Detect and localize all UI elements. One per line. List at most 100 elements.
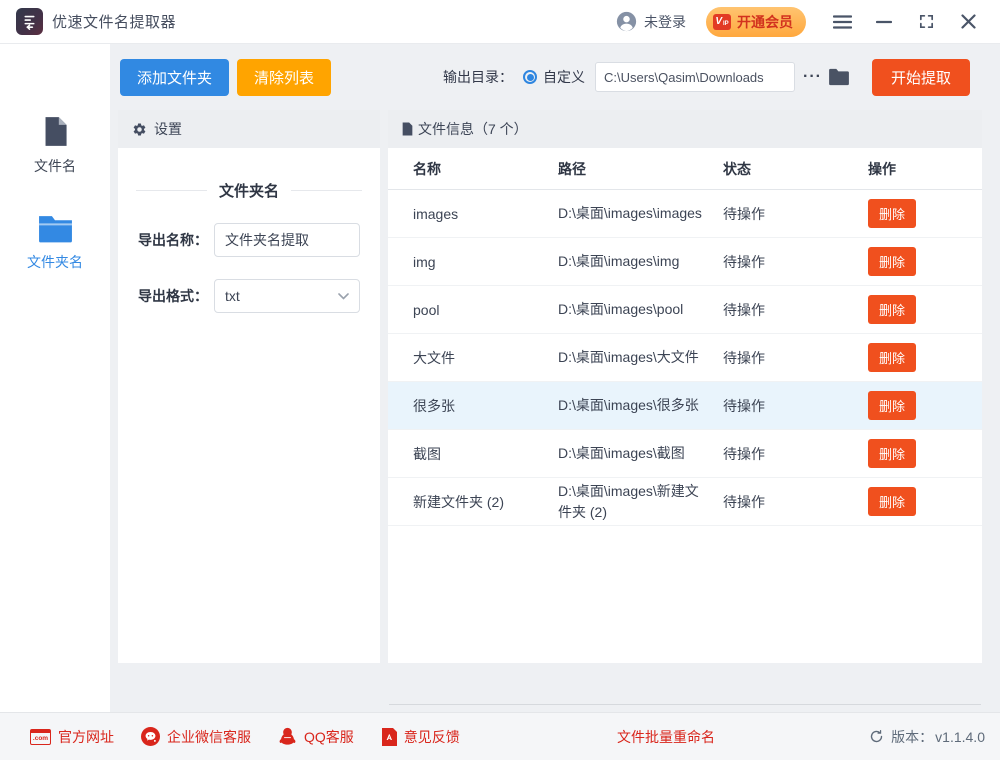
sidebar: 文件名 文件夹名 bbox=[0, 44, 110, 712]
table-row[interactable]: images D:\桌面\images\images 待操作 删除 bbox=[388, 190, 982, 238]
file-icon bbox=[42, 116, 69, 147]
export-name-input[interactable] bbox=[214, 223, 360, 257]
row-status: 待操作 bbox=[723, 444, 868, 464]
delete-button[interactable]: 删除 bbox=[868, 487, 916, 516]
table-row[interactable]: 截图 D:\桌面\images\截图 待操作 删除 bbox=[388, 430, 982, 478]
minimize-icon[interactable] bbox=[870, 8, 898, 36]
delete-button[interactable]: 删除 bbox=[868, 343, 916, 372]
settings-panel: 设置 文件夹名 导出名称： 导出格式： txt bbox=[118, 110, 380, 663]
row-path: D:\桌面\images\img bbox=[558, 251, 723, 271]
app-title: 优速文件名提取器 bbox=[52, 11, 176, 32]
start-extract-button[interactable]: 开始提取 bbox=[872, 59, 970, 96]
row-status: 待操作 bbox=[723, 492, 868, 512]
clear-list-button[interactable]: 清除列表 bbox=[237, 59, 331, 96]
row-name: pool bbox=[413, 302, 558, 318]
settings-section-title: 文件夹名 bbox=[136, 180, 362, 201]
maximize-icon[interactable] bbox=[912, 8, 940, 36]
folder-icon bbox=[37, 214, 74, 243]
open-vip-button[interactable]: VIP 开通会员 bbox=[706, 7, 806, 37]
version-label: 版本： bbox=[891, 727, 933, 747]
col-status: 状态 bbox=[723, 159, 868, 179]
delete-button[interactable]: 删除 bbox=[868, 439, 916, 468]
delete-button[interactable]: 删除 bbox=[868, 295, 916, 324]
qq-icon bbox=[278, 727, 297, 746]
titlebar: 优速文件名提取器 未登录 VIP 开通会员 bbox=[0, 0, 1000, 44]
table-row[interactable]: img D:\桌面\images\img 待操作 删除 bbox=[388, 238, 982, 286]
sidebar-item-label: 文件名 bbox=[34, 156, 76, 176]
row-status: 待操作 bbox=[723, 348, 868, 368]
delete-button[interactable]: 删除 bbox=[868, 391, 916, 420]
wechat-service-label: 企业微信客服 bbox=[167, 727, 251, 747]
refresh-icon[interactable] bbox=[869, 729, 884, 744]
open-folder-icon[interactable] bbox=[828, 68, 850, 86]
settings-header: 设置 bbox=[118, 110, 380, 148]
delete-button[interactable]: 删除 bbox=[868, 247, 916, 276]
custom-output-radio[interactable]: 自定义 bbox=[523, 67, 585, 87]
settings-header-label: 设置 bbox=[154, 119, 182, 139]
row-name: 很多张 bbox=[413, 396, 558, 416]
export-format-select[interactable]: txt bbox=[214, 279, 360, 313]
qq-service-link[interactable]: QQ客服 bbox=[278, 727, 354, 747]
row-status: 待操作 bbox=[723, 252, 868, 272]
radio-selected-icon bbox=[523, 70, 537, 84]
file-info-header: 文件信息（7 个） bbox=[388, 110, 982, 148]
menu-icon[interactable] bbox=[828, 8, 856, 36]
table-row[interactable]: 新建文件夹 (2) D:\桌面\images\新建文件夹 (2) 待操作 删除 bbox=[388, 478, 982, 526]
add-folder-button[interactable]: 添加文件夹 bbox=[120, 59, 229, 96]
row-status: 待操作 bbox=[723, 300, 868, 320]
com-icon: .com bbox=[30, 729, 51, 745]
vip-icon: VIP bbox=[713, 14, 731, 30]
version-value: v1.1.4.0 bbox=[935, 729, 985, 745]
feedback-label: 意见反馈 bbox=[404, 727, 460, 747]
feedback-link[interactable]: 意见反馈 bbox=[381, 727, 460, 747]
row-name: 新建文件夹 (2) bbox=[413, 492, 558, 512]
section-title-label: 文件夹名 bbox=[219, 180, 279, 201]
sidebar-item-label: 文件夹名 bbox=[27, 252, 83, 272]
table-row[interactable]: 很多张 D:\桌面\images\很多张 待操作 删除 bbox=[388, 382, 982, 430]
gear-icon bbox=[132, 122, 147, 137]
toolbar: 添加文件夹 清除列表 输出目录： 自定义 ··· 开始提取 bbox=[110, 44, 1000, 110]
col-path: 路径 bbox=[558, 159, 723, 179]
row-path: D:\桌面\images\截图 bbox=[558, 443, 723, 463]
sidebar-item-filename[interactable]: 文件名 bbox=[34, 116, 76, 176]
login-status[interactable]: 未登录 bbox=[616, 11, 686, 32]
version-info: 版本：v1.1.4.0 bbox=[869, 727, 985, 747]
row-status: 待操作 bbox=[723, 204, 868, 224]
login-status-label: 未登录 bbox=[644, 12, 686, 32]
close-icon[interactable] bbox=[954, 8, 982, 36]
chevron-down-icon bbox=[338, 293, 349, 300]
row-path: D:\桌面\images\pool bbox=[558, 299, 723, 319]
file-info-panel: 文件信息（7 个） 名称 路径 状态 操作 images D:\桌面\image… bbox=[388, 110, 982, 663]
row-path: D:\桌面\images\新建文件夹 (2) bbox=[558, 481, 723, 522]
user-icon bbox=[616, 11, 637, 32]
sidebar-item-foldername[interactable]: 文件夹名 bbox=[27, 214, 83, 272]
file-info-icon bbox=[402, 122, 413, 136]
qq-service-label: QQ客服 bbox=[304, 727, 354, 747]
browse-more-button[interactable]: ··· bbox=[803, 68, 822, 86]
table-bottom-divider bbox=[389, 704, 981, 705]
row-name: images bbox=[413, 206, 558, 222]
vip-label: 开通会员 bbox=[737, 12, 793, 32]
export-name-label: 导出名称： bbox=[138, 230, 214, 250]
wechat-icon bbox=[141, 727, 160, 746]
wechat-service-link[interactable]: 企业微信客服 bbox=[141, 727, 251, 747]
table-row[interactable]: pool D:\桌面\images\pool 待操作 删除 bbox=[388, 286, 982, 334]
official-site-link[interactable]: .com 官方网址 bbox=[30, 727, 114, 747]
feedback-icon bbox=[381, 728, 397, 746]
row-path: D:\桌面\images\大文件 bbox=[558, 347, 723, 367]
row-path: D:\桌面\images\很多张 bbox=[558, 395, 723, 415]
col-name: 名称 bbox=[413, 159, 558, 179]
export-format-value: txt bbox=[225, 288, 240, 304]
table-header-row: 名称 路径 状态 操作 bbox=[388, 148, 982, 190]
footer: .com 官方网址 企业微信客服 QQ客服 bbox=[0, 712, 1000, 760]
row-path: D:\桌面\images\images bbox=[558, 203, 723, 223]
table-row[interactable]: 大文件 D:\桌面\images\大文件 待操作 删除 bbox=[388, 334, 982, 382]
export-format-label: 导出格式： bbox=[138, 286, 214, 306]
delete-button[interactable]: 删除 bbox=[868, 199, 916, 228]
output-path-input[interactable] bbox=[595, 62, 795, 92]
col-action: 操作 bbox=[868, 159, 982, 179]
row-name: img bbox=[413, 254, 558, 270]
batch-rename-link[interactable]: 文件批量重命名 bbox=[617, 727, 715, 747]
row-name: 大文件 bbox=[413, 348, 558, 368]
file-info-header-label: 文件信息（7 个） bbox=[418, 119, 528, 139]
